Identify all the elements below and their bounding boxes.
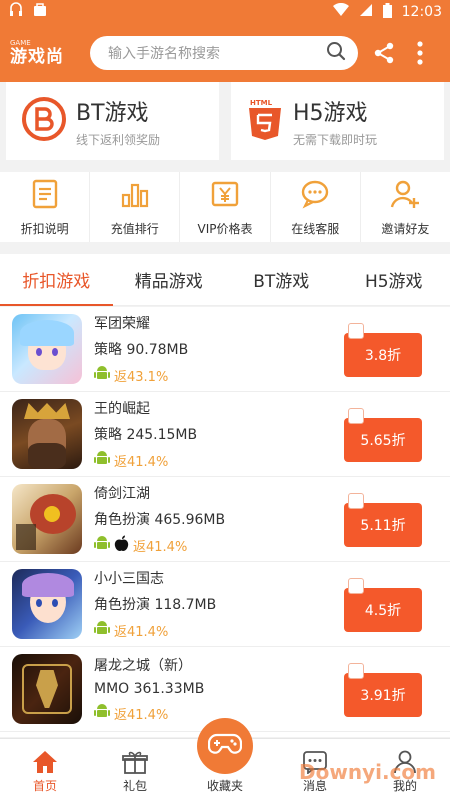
apple-icon xyxy=(114,535,129,556)
chat-icon xyxy=(299,178,331,214)
discount-label: 5.65折 xyxy=(360,433,406,449)
battery-icon xyxy=(382,2,392,22)
game-name: 王的崛起 xyxy=(94,400,150,417)
bt-game-card[interactable]: BT游戏 线下返利领奖励 xyxy=(6,82,219,160)
discount-button[interactable]: 5.65折 xyxy=(344,408,422,462)
android-icon xyxy=(94,703,110,724)
h5-game-card[interactable]: HTML H5游戏 无需下载即时玩 xyxy=(231,82,444,160)
nav-gifts[interactable]: 礼包 xyxy=(90,739,180,800)
app-header: GAME 游戏尚 输入手游名称搜索 xyxy=(0,24,450,82)
discount-label: 3.8折 xyxy=(364,348,402,364)
price-tag-icon xyxy=(209,178,241,214)
rebate-text: 返41.4% xyxy=(114,454,169,470)
quick-label: 折扣说明 xyxy=(20,221,69,236)
tab-h5-games[interactable]: H5游戏 xyxy=(338,254,450,305)
game-name: 小小三国志 xyxy=(94,570,164,587)
discount-button[interactable]: 3.91折 xyxy=(344,663,422,717)
quick-actions: 折扣说明 充值排行 VIP价格表 在线客服 邀请好友 xyxy=(0,172,450,242)
game-name: 军团荣耀 xyxy=(94,315,150,332)
nav-label: 首页 xyxy=(32,779,57,793)
rebate-text: 返41.4% xyxy=(114,707,169,723)
android-icon xyxy=(94,365,110,386)
more-options-icon[interactable] xyxy=(406,39,434,67)
game-name: 屠龙之城（新） xyxy=(94,657,192,674)
game-thumbnail[interactable] xyxy=(12,314,82,384)
add-user-icon xyxy=(389,178,421,214)
android-icon xyxy=(94,620,110,641)
notification-icon xyxy=(8,2,24,22)
logo-sub-text: GAME xyxy=(10,39,31,47)
nav-label: 收藏夹 xyxy=(206,779,243,793)
quick-vip-price[interactable]: VIP价格表 xyxy=(180,172,271,242)
signal-icon xyxy=(359,3,373,21)
rebate-text: 返43.1% xyxy=(114,369,169,385)
bt-logo-icon xyxy=(22,97,66,145)
favorites-fab[interactable] xyxy=(197,718,253,774)
tab-discount-games[interactable]: 折扣游戏 xyxy=(0,254,113,306)
status-bar: 12:03 xyxy=(0,0,450,24)
game-tabs: 折扣游戏 精品游戏 BT游戏 H5游戏 xyxy=(0,254,450,306)
game-thumbnail[interactable] xyxy=(12,399,82,469)
document-icon xyxy=(29,178,61,214)
promo-row: BT游戏 线下返利领奖励 HTML H5游戏 无需下载即时玩 xyxy=(0,82,450,170)
search-input[interactable]: 输入手游名称搜索 xyxy=(90,36,358,70)
nav-home[interactable]: 首页 xyxy=(0,739,90,800)
wifi-icon xyxy=(332,2,349,21)
discount-button[interactable]: 4.5折 xyxy=(344,578,422,632)
android-icon xyxy=(94,535,110,556)
search-icon[interactable] xyxy=(326,41,346,65)
quick-discount-info[interactable]: 折扣说明 xyxy=(0,172,91,242)
gamepad-icon xyxy=(207,731,243,761)
gift-icon xyxy=(122,750,148,777)
h5-title: H5游戏 xyxy=(293,100,368,126)
discount-label: 5.11折 xyxy=(360,518,406,534)
nav-label: 礼包 xyxy=(122,779,147,793)
list-item[interactable]: 军团荣耀 策略 90.78MB 返43.1% 3.8折 xyxy=(0,307,450,392)
bag-icon xyxy=(32,2,48,22)
app-logo[interactable]: GAME 游戏尚 xyxy=(10,33,84,73)
discount-button[interactable]: 5.11折 xyxy=(344,493,422,547)
tab-bt-games[interactable]: BT游戏 xyxy=(225,254,338,305)
share-icon[interactable] xyxy=(370,39,398,67)
quick-label: 在线客服 xyxy=(291,221,340,236)
bt-subtitle: 线下返利领奖励 xyxy=(76,132,161,147)
discount-label: 4.5折 xyxy=(364,603,402,619)
status-time: 12:03 xyxy=(401,4,442,20)
discount-button[interactable]: 3.8折 xyxy=(344,323,422,377)
search-placeholder: 输入手游名称搜索 xyxy=(108,46,220,62)
quick-invite-friends[interactable]: 邀请好友 xyxy=(361,172,450,242)
android-icon xyxy=(94,450,110,471)
quick-online-service[interactable]: 在线客服 xyxy=(271,172,361,242)
bt-title: BT游戏 xyxy=(76,100,149,126)
watermark: Downyi.com xyxy=(299,760,436,784)
logo-text: 游戏尚 xyxy=(10,47,64,67)
game-thumbnail[interactable] xyxy=(12,484,82,554)
game-name: 倚剑江湖 xyxy=(94,485,150,502)
list-item[interactable]: 小小三国志 角色扮演 118.7MB 返41.4% 4.5折 xyxy=(0,562,450,647)
quick-recharge-ranking[interactable]: 充值排行 xyxy=(90,172,181,242)
discount-tag-icon xyxy=(348,408,364,424)
tab-premium-games[interactable]: 精品游戏 xyxy=(113,254,226,305)
html5-logo-icon: HTML xyxy=(247,97,283,145)
game-thumbnail[interactable] xyxy=(12,569,82,639)
quick-label: 充值排行 xyxy=(110,221,159,236)
quick-label: 邀请好友 xyxy=(381,221,430,236)
rebate-text: 返41.4% xyxy=(133,539,188,555)
discount-tag-icon xyxy=(348,493,364,509)
discount-label: 3.91折 xyxy=(360,688,406,704)
discount-tag-icon xyxy=(348,323,364,339)
quick-label: VIP价格表 xyxy=(197,221,253,236)
game-thumbnail[interactable] xyxy=(12,654,82,724)
rebate-text: 返41.4% xyxy=(114,624,169,640)
bar-chart-icon xyxy=(119,178,151,214)
discount-tag-icon xyxy=(348,663,364,679)
h5-subtitle: 无需下载即时玩 xyxy=(293,132,378,147)
discount-tag-icon xyxy=(348,578,364,594)
home-icon xyxy=(32,750,58,777)
list-item[interactable]: 王的崛起 策略 245.15MB 返41.4% 5.65折 xyxy=(0,392,450,477)
list-item[interactable]: 倚剑江湖 角色扮演 465.96MB 返41.4% 5.11折 xyxy=(0,477,450,562)
svg-text:HTML: HTML xyxy=(250,99,273,107)
game-list: 军团荣耀 策略 90.78MB 返43.1% 3.8折 王的崛起 策略 245.… xyxy=(0,307,450,737)
